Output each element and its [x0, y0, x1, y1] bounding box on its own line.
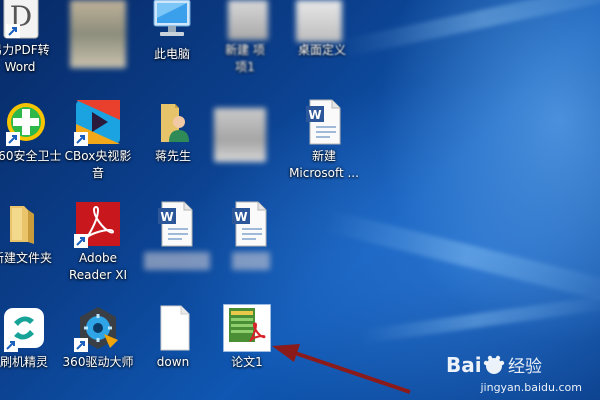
this-pc-icon: [148, 0, 196, 44]
icon-label: 论文1: [231, 355, 263, 369]
desktop-icon-down[interactable]: down: [133, 304, 213, 394]
shortcut-arrow-icon: [74, 338, 88, 352]
shortcut-arrow-icon: [74, 234, 88, 248]
user-folder-icon: [149, 98, 197, 146]
shortcut-arrow-icon: [6, 132, 20, 146]
desktop-icon-adobe-reader[interactable]: Adobe Reader XI: [58, 200, 138, 290]
folder-icon: [0, 200, 46, 248]
baidu-jingyan-watermark: Bai 经验 jingyan.baidu.com: [446, 350, 586, 394]
wallpaper-beam: [360, 293, 600, 344]
desktop-icon-cbox[interactable]: CBox央视影 音: [58, 98, 138, 188]
desktop-icon-new-word[interactable]: W 新建 Microsoft ...: [284, 98, 364, 188]
icon-label: 易力PDF转 Word: [0, 43, 50, 74]
shortcut-arrow-icon: [74, 132, 88, 146]
desktop-icon-jiang[interactable]: 蒋先生: [133, 98, 213, 188]
icon-label: 蒋先生: [154, 149, 191, 163]
desktop-icon-pdf-to-word[interactable]: D 易力PDF转 Word: [0, 0, 60, 90]
desktop-icon-blurred-3[interactable]: 新建 项 项1: [205, 0, 285, 82]
360-driver-icon: [74, 304, 122, 352]
shortcut-arrow-icon: [6, 24, 20, 38]
icon-label: 新建 Microsoft ...: [289, 149, 359, 180]
blurred-label: [144, 252, 210, 270]
pdf-to-word-icon: D: [0, 0, 44, 42]
word-document-icon: W: [300, 98, 348, 146]
desktop-icon-shuaji[interactable]: 刷机精灵: [0, 304, 64, 394]
cbox-icon: [74, 98, 122, 146]
wallpaper-beam: [340, 0, 600, 58]
shuaji-icon: [0, 304, 48, 352]
blurred-label: [232, 252, 270, 270]
360-safe-icon: [2, 98, 50, 146]
word-document-icon: W: [152, 200, 200, 248]
desktop-icon-360driver[interactable]: 360驱动大师: [58, 304, 138, 394]
icon-label: 新建 项 项1: [225, 43, 265, 74]
desktop-icon-new-folder[interactable]: 新建文件夹: [0, 200, 62, 290]
baidu-logo-icon: Bai 经验: [446, 353, 542, 377]
word-document-icon: W: [226, 200, 274, 248]
desktop-icon-word-doc-2[interactable]: W: [136, 200, 216, 290]
svg-text:Bai: Bai: [446, 353, 482, 377]
svg-text:经验: 经验: [508, 357, 542, 377]
desktop-icon-this-pc[interactable]: 此电脑: [132, 0, 212, 86]
wallpaper-beam: [324, 210, 600, 309]
svg-text:W: W: [234, 210, 247, 224]
icon-label: Adobe Reader XI: [68, 251, 128, 282]
adobe-reader-icon: [74, 200, 122, 248]
blurred-icon: [214, 108, 266, 162]
desktop[interactable]: D 易力PDF转 Word 此电脑 新建 项 项1 桌面定义: [0, 0, 600, 400]
desktop-icon-blurred-4[interactable]: 桌面定义: [282, 0, 362, 82]
watermark-url: jingyan.baidu.com: [480, 381, 582, 394]
blurred-icon: [70, 0, 126, 68]
svg-text:W: W: [160, 210, 173, 224]
desktop-icon-lunwen[interactable]: 论文1: [207, 303, 287, 394]
icon-label: 桌面定义: [297, 43, 346, 57]
svg-text:W: W: [308, 108, 321, 122]
desktop-icon-word-doc-3[interactable]: W: [210, 200, 290, 290]
pdf-document-icon: [222, 303, 272, 353]
blank-file-icon: [149, 304, 197, 352]
shortcut-arrow-icon: [4, 338, 18, 352]
